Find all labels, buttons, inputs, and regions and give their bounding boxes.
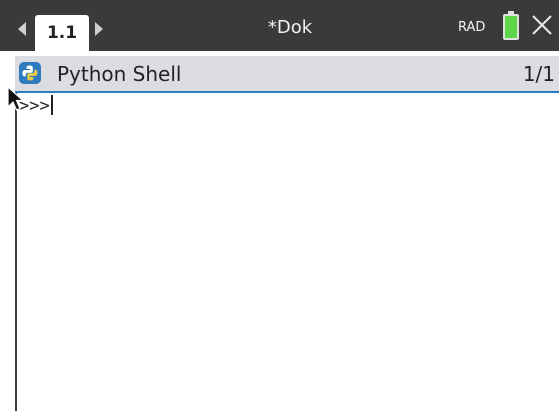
python-shell-area[interactable]: >>>: [15, 93, 559, 411]
triangle-left-icon[interactable]: [18, 22, 26, 36]
text-caret: [50, 95, 53, 115]
document-title: *Dok: [267, 17, 313, 38]
tab-1-1[interactable]: 1.1: [35, 15, 89, 51]
app-title: Python Shell: [57, 62, 182, 86]
mouse-pointer-icon: [7, 85, 25, 111]
page-indicator: 1/1: [522, 62, 555, 86]
angle-mode-label: RAD: [458, 20, 486, 35]
python-icon: [19, 62, 41, 84]
triangle-right-icon[interactable]: [95, 22, 103, 36]
calculator-screen: 1.1 *Dok RAD Python Shell 1/1 >>>: [0, 0, 559, 411]
battery-icon: [503, 11, 519, 40]
tab-bar: 1.1 *Dok RAD: [0, 0, 559, 51]
close-icon[interactable]: [530, 13, 554, 37]
app-header: Python Shell 1/1: [15, 56, 559, 93]
